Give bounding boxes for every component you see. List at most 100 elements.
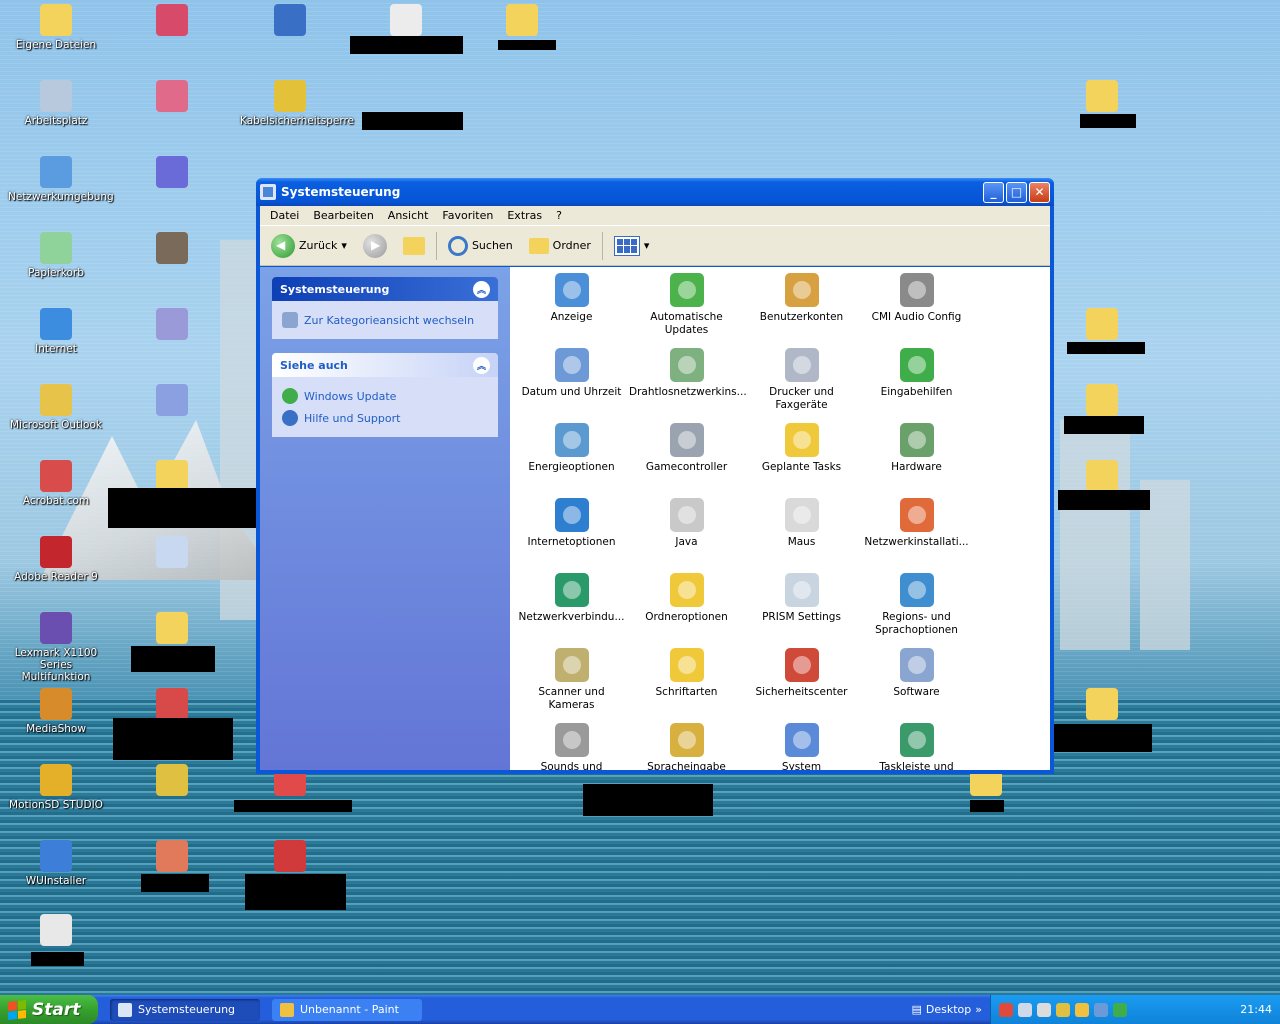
see-also-header[interactable]: Siehe auch ︽: [272, 353, 498, 377]
start-button[interactable]: Start: [0, 995, 98, 1024]
desktop-icon-folder-r5[interactable]: [1054, 688, 1150, 723]
update-icon[interactable]: [1075, 1002, 1089, 1017]
minimize-button[interactable]: _: [983, 181, 1004, 203]
tray-app-icon[interactable]: [1113, 1002, 1127, 1017]
dropdown-arrow-icon[interactable]: ▾: [341, 239, 347, 252]
desktop-toolbar[interactable]: ▤ Desktop »: [911, 1003, 982, 1016]
desktop-icon-column2-3[interactable]: [124, 156, 220, 191]
cpl-item-software[interactable]: Software: [859, 646, 974, 721]
cmi-audio-config-icon: [899, 273, 934, 307]
cpl-item-hardware[interactable]: Hardware: [859, 421, 974, 496]
maximize-button[interactable]: □: [1006, 181, 1027, 203]
desktop-icon-unlabeled[interactable]: [8, 914, 104, 949]
folder-icon: [156, 612, 188, 644]
control-panel-window[interactable]: Systemsteuerung _ □ ✕ Datei Bearbeiten A…: [256, 178, 1054, 774]
desktop-icon-my-documents[interactable]: Eigene Dateien: [8, 4, 104, 51]
tray-app-icon[interactable]: [1094, 1002, 1108, 1017]
cpl-item-benutzerkonten[interactable]: Benutzerkonten: [744, 271, 859, 346]
cpl-item-datum-und-uhrzeit[interactable]: Datum und Uhrzeit: [514, 346, 629, 421]
desktop-icon-word-doc-1[interactable]: [242, 4, 338, 39]
cpl-item-energieoptionen[interactable]: Energieoptionen: [514, 421, 629, 496]
desktop-icon-recycle-bin[interactable]: Papierkorb: [8, 232, 104, 279]
cpl-item-taskleiste-und[interactable]: Taskleiste und: [859, 721, 974, 770]
cpl-item-cmi-audio-config[interactable]: CMI Audio Config: [859, 271, 974, 346]
cpl-item-geplante-tasks[interactable]: Geplante Tasks: [744, 421, 859, 496]
desktop-icon-my-computer[interactable]: Arbeitsplatz: [8, 80, 104, 127]
cpl-item-sicherheitscenter[interactable]: Sicherheitscenter: [744, 646, 859, 721]
desktop-icon-pdf-2[interactable]: [242, 840, 338, 875]
clock[interactable]: 21:44: [1240, 1003, 1272, 1016]
back-button[interactable]: Zurück ▾: [266, 231, 352, 261]
desktop-icon-mediashow[interactable]: MediaShow: [8, 688, 104, 735]
switch-to-category-view-link[interactable]: Zur Kategorieansicht wechseln: [282, 309, 488, 331]
security-icon[interactable]: [999, 1002, 1013, 1017]
cpl-item-spracheingabe[interactable]: Spracheingabe: [629, 721, 744, 770]
cpl-item-maus[interactable]: Maus: [744, 496, 859, 571]
desktop-icon-column2-11[interactable]: [124, 764, 220, 799]
desktop-icon-internet[interactable]: Internet: [8, 308, 104, 355]
cpl-item-sounds-und[interactable]: Sounds und: [514, 721, 629, 770]
up-folder-button[interactable]: [398, 234, 430, 258]
desktop-icon-folder-r1[interactable]: [1054, 80, 1150, 115]
cpl-item-eingabehilfen[interactable]: Eingabehilfen: [859, 346, 974, 421]
help-and-support-link[interactable]: Hilfe und Support: [282, 407, 488, 429]
desktop-icon-column2-2[interactable]: [124, 80, 220, 115]
antivirus-icon[interactable]: [1056, 1002, 1070, 1017]
cpl-item-gamecontroller[interactable]: Gamecontroller: [629, 421, 744, 496]
desktop-icon-column2-6[interactable]: [124, 384, 220, 419]
desktop-icon-acrobat-com[interactable]: Acrobat.com: [8, 460, 104, 507]
cpl-item-system[interactable]: System: [744, 721, 859, 770]
menu-edit[interactable]: Bearbeiten: [307, 207, 379, 224]
desktop-icon-adobe-reader[interactable]: Adobe Reader 9: [8, 536, 104, 583]
search-button[interactable]: Suchen: [443, 233, 518, 259]
cpl-item-schriftarten[interactable]: Schriftarten: [629, 646, 744, 721]
network-icon[interactable]: [1018, 1002, 1032, 1017]
desktop-icon-folder-r2[interactable]: [1054, 308, 1150, 343]
desktop-icon-kabelsicherheitsperre[interactable]: Kabelsicherheitsperre: [240, 80, 354, 127]
menu-help[interactable]: ?: [550, 207, 568, 224]
control-panel-box-header[interactable]: Systemsteuerung ︽: [272, 277, 498, 301]
collapse-icon[interactable]: ︽: [473, 356, 490, 374]
cpl-item-drucker-und-faxgeräte[interactable]: Drucker und Faxgeräte: [744, 346, 859, 421]
taskbar-button-systemsteuerung[interactable]: Systemsteuerung: [110, 998, 260, 1021]
folders-button[interactable]: Ordner: [524, 235, 596, 257]
menu-favorites[interactable]: Favoriten: [436, 207, 499, 224]
cpl-item-internetoptionen[interactable]: Internetoptionen: [514, 496, 629, 571]
views-button[interactable]: ▾: [609, 233, 655, 259]
menu-file[interactable]: Datei: [264, 207, 305, 224]
menu-view[interactable]: Ansicht: [382, 207, 435, 224]
cpl-item-scanner-und-kameras[interactable]: Scanner und Kameras: [514, 646, 629, 721]
chevron-icon[interactable]: »: [975, 1003, 982, 1016]
cpl-item-ordneroptionen[interactable]: Ordneroptionen: [629, 571, 744, 646]
forward-button[interactable]: [358, 231, 392, 261]
cpl-item-anzeige[interactable]: Anzeige: [514, 271, 629, 346]
desktop-icon-column2-1[interactable]: [124, 4, 220, 39]
desktop-icon-lexmark[interactable]: Lexmark X1100 Series Multifunktion: [8, 612, 104, 683]
desktop-icon-column2-9[interactable]: [124, 612, 220, 647]
desktop-icon-motionsd[interactable]: MotionSD STUDIO: [8, 764, 104, 811]
desktop-icon-column2-5[interactable]: [124, 308, 220, 343]
cpl-item-netzwerkinstallati[interactable]: Netzwerkinstallati...: [859, 496, 974, 571]
cpl-item-regions-und-sprachoptionen[interactable]: Regions- und Sprachoptionen: [859, 571, 974, 646]
taskbar-button-paint[interactable]: Unbenannt - Paint: [272, 998, 422, 1021]
cpl-item-automatische-updates[interactable]: Automatische Updates: [629, 271, 744, 346]
desktop-icon-column2-4[interactable]: [124, 232, 220, 267]
close-button[interactable]: ✕: [1029, 181, 1050, 203]
menu-tools[interactable]: Extras: [501, 207, 548, 224]
desktop-icon-column2-12[interactable]: [124, 840, 220, 875]
window-titlebar[interactable]: Systemsteuerung _ □ ✕: [256, 178, 1054, 206]
cpl-item-drahtlosnetzwerkins[interactable]: Drahtlosnetzwerkins...: [629, 346, 747, 421]
desktop-icon-column2-8[interactable]: [124, 536, 220, 571]
windows-update-link[interactable]: Windows Update: [282, 385, 488, 407]
collapse-icon[interactable]: ︽: [473, 280, 490, 298]
desktop-icon-outlook[interactable]: Microsoft Outlook: [8, 384, 104, 431]
desktop-icon-network[interactable]: Netzwerkumgebung: [8, 156, 114, 203]
cpl-item-netzwerkverbindu[interactable]: Netzwerkverbindu...: [514, 571, 629, 646]
desktop-icon-folder-r3[interactable]: [1054, 384, 1150, 419]
desktop-icon-document[interactable]: [358, 4, 454, 39]
desktop-icon-wuinstaller[interactable]: WUInstaller: [8, 840, 104, 887]
cpl-item-prism-settings[interactable]: PRISM Settings: [744, 571, 859, 646]
cpl-item-java[interactable]: Java: [629, 496, 744, 571]
desktop-icon-folder-top[interactable]: [474, 4, 570, 39]
volume-icon[interactable]: [1037, 1002, 1051, 1017]
